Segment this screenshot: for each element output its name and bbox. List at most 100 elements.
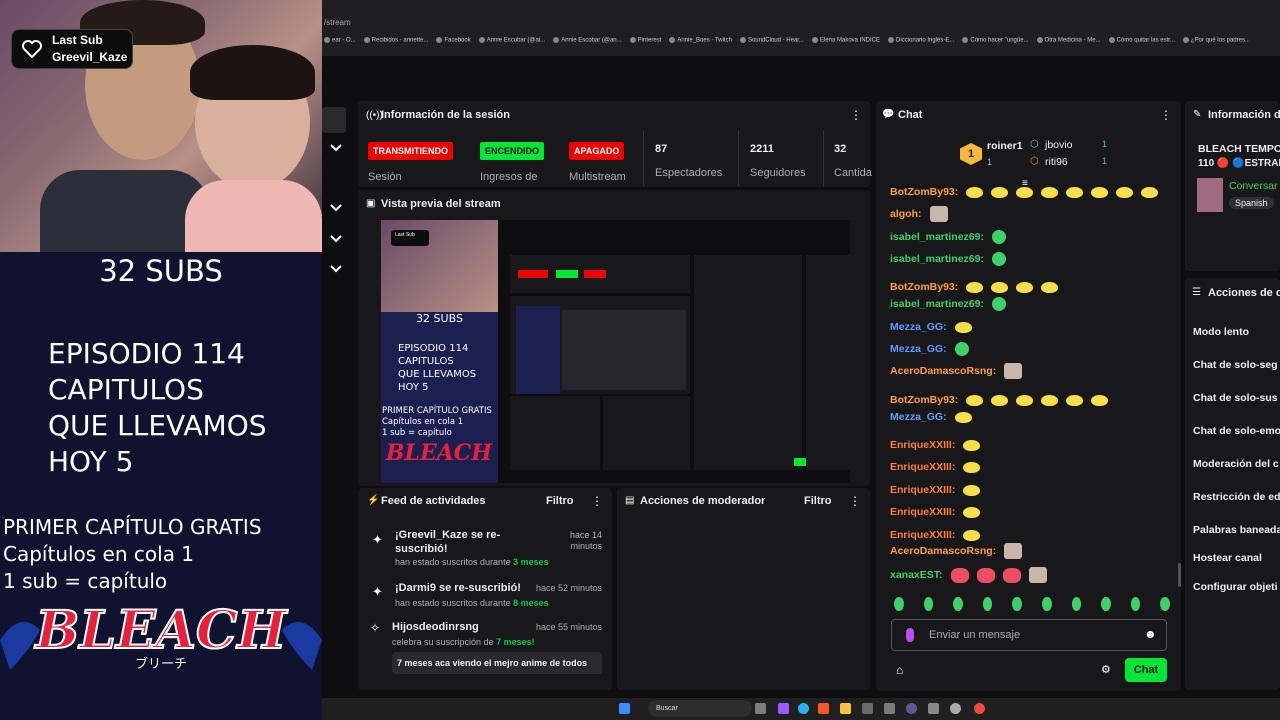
- emote-icon[interactable]: [894, 597, 904, 611]
- chat-username[interactable]: EnriqueXXIII:: [890, 529, 955, 541]
- emote-icon: [1002, 567, 1021, 583]
- badge-caption: Multistream: [569, 171, 626, 183]
- mod-filter-button[interactable]: Filtro: [804, 495, 832, 507]
- chat-username[interactable]: EnriqueXXIII:: [890, 439, 955, 451]
- more-icon[interactable]: ⋮: [591, 494, 603, 508]
- mic-icon[interactable]: [906, 628, 914, 642]
- badge-caption: Sesión: [368, 171, 402, 183]
- action-host-channel[interactable]: Hostear canal: [1193, 552, 1262, 564]
- emote-icon: [991, 252, 1006, 266]
- more-icon[interactable]: ⋮: [849, 494, 861, 508]
- bookmark[interactable]: Otra Medicina - Me...: [1037, 37, 1101, 51]
- emote-icon[interactable]: [1101, 597, 1111, 611]
- brave-icon[interactable]: [818, 703, 829, 714]
- gear-icon[interactable]: ⚙: [1101, 663, 1111, 676]
- chevron-down-icon[interactable]: [330, 265, 342, 277]
- category-link[interactable]: Conversar: [1229, 180, 1277, 192]
- chat-username[interactable]: AceroDamascoRsng:: [890, 545, 996, 557]
- emote-icon[interactable]: [953, 597, 963, 611]
- emote-icon[interactable]: [1071, 597, 1082, 611]
- chat-message: EnriqueXXIII:: [890, 503, 981, 521]
- chat-username[interactable]: BotZomBy93:: [890, 186, 958, 198]
- more-icon[interactable]: ⋮: [850, 108, 862, 122]
- action-slow-mode[interactable]: Modo lento: [1193, 326, 1249, 338]
- feed-filter-button[interactable]: Filtro: [546, 495, 574, 507]
- chat-username[interactable]: xanaxEST:: [890, 569, 943, 581]
- emote-icon[interactable]: [1041, 597, 1052, 611]
- chat-username[interactable]: Mezza_GG:: [890, 411, 947, 423]
- chat-username[interactable]: EnriqueXXIII:: [890, 484, 955, 496]
- bookmark[interactable]: Cómo hacer "ungüe...: [962, 37, 1028, 51]
- chat-input[interactable]: Enviar un mensaje ☻: [891, 619, 1167, 651]
- bookmark[interactable]: ¿Por qué los padres...: [1183, 37, 1250, 51]
- more-icon[interactable]: ⋮: [1160, 108, 1172, 122]
- emote-icon: [1091, 186, 1109, 198]
- windows-icon[interactable]: [619, 703, 630, 714]
- chat-username[interactable]: EnriqueXXIII:: [890, 506, 955, 518]
- edge-icon[interactable]: [798, 703, 809, 714]
- app-icon[interactable]: [974, 703, 985, 714]
- chat-username[interactable]: BotZomBy93:: [890, 394, 958, 406]
- emoji-icon[interactable]: ☻: [1144, 627, 1157, 641]
- leader-score: 1: [1102, 139, 1108, 149]
- action-set-goal[interactable]: Configurar objeti: [1193, 581, 1278, 593]
- bookmark[interactable]: Cómo quitar las estr...: [1109, 37, 1175, 51]
- folder-icon[interactable]: [840, 703, 851, 714]
- chat-username[interactable]: isabel_martinez69:: [890, 253, 984, 265]
- chevron-down-icon[interactable]: [330, 235, 342, 247]
- bookmark[interactable]: ear - O...: [324, 37, 356, 51]
- logo-sub: ブリーチ: [135, 656, 187, 672]
- twitch-icon[interactable]: [778, 703, 789, 714]
- app-icon[interactable]: [906, 703, 917, 714]
- bookmark[interactable]: Annie Escobar (@an...: [553, 37, 621, 51]
- bookmark[interactable]: Diccionario Inglés-E...: [888, 37, 954, 51]
- app-icon[interactable]: [862, 703, 873, 714]
- feed-item-time: hace 52 minutos: [535, 583, 602, 593]
- sidebar-active-item[interactable]: [322, 107, 346, 133]
- bookmark[interactable]: Elena Makova INDICE: [812, 37, 880, 51]
- taskbar-search[interactable]: Buscar: [648, 700, 752, 717]
- chat-username[interactable]: EnriqueXXIII:: [890, 461, 955, 473]
- chat-username[interactable]: Mezza_GG:: [890, 343, 947, 355]
- bookmark[interactable]: Annie Escobar (@ai...: [479, 37, 545, 51]
- bookmark[interactable]: Annie_Boes - Twitch: [669, 37, 732, 51]
- bookmark[interactable]: SoundCloud - Hear...: [740, 37, 804, 51]
- emote-icon: [950, 567, 969, 583]
- emote-icon[interactable]: [923, 597, 934, 611]
- app-icon[interactable]: [950, 703, 961, 714]
- chat-username[interactable]: isabel_martinez69:: [890, 298, 984, 310]
- app-icon[interactable]: [928, 703, 939, 714]
- taskview-icon[interactable]: [755, 703, 766, 714]
- chevron-down-icon[interactable]: [330, 204, 342, 216]
- chat-send-button[interactable]: Chat: [1125, 658, 1167, 682]
- rank-2-icon: ⬡: [1030, 139, 1039, 150]
- action-emote-only[interactable]: Chat de solo-emo: [1193, 425, 1280, 437]
- bookmark[interactable]: Recibidos - annette...: [364, 37, 429, 51]
- emote-icon[interactable]: [1130, 597, 1141, 611]
- actions-title: Acciones de c: [1208, 287, 1280, 299]
- action-banned-words[interactable]: Palabras baneada: [1193, 524, 1280, 536]
- emote-icon[interactable]: [982, 597, 993, 611]
- chevron-down-icon[interactable]: [330, 144, 342, 156]
- gift-icon[interactable]: ⌂: [896, 663, 903, 677]
- url-bar[interactable]: /stream: [322, 18, 1280, 36]
- action-followers-only[interactable]: Chat de solo-seg: [1193, 359, 1278, 371]
- emote-icon[interactable]: [1160, 597, 1170, 611]
- bookmark[interactable]: Pinterest: [630, 37, 662, 51]
- chat-username[interactable]: algoh:: [890, 208, 922, 220]
- chat-username[interactable]: BotZomBy93:: [890, 281, 958, 293]
- leader-score: 1: [1102, 156, 1108, 166]
- chat-scrollbar[interactable]: [1178, 563, 1181, 587]
- emote-icon[interactable]: [1012, 597, 1022, 611]
- action-edit-restriction[interactable]: Restricción de ed: [1193, 491, 1280, 503]
- free-chapter-text: PRIMER CAPÍTULO GRATIS Capítulos en cola…: [3, 514, 262, 595]
- action-chat-moderation[interactable]: Moderación del c: [1193, 458, 1279, 470]
- chat-username[interactable]: Mezza_GG:: [890, 321, 947, 333]
- chat-username[interactable]: AceroDamascoRsng:: [890, 365, 996, 377]
- chat-username[interactable]: isabel_martinez69:: [890, 231, 984, 243]
- app-icon[interactable]: [884, 703, 895, 714]
- action-subs-only[interactable]: Chat de solo-sus: [1193, 392, 1278, 404]
- stream-preview-image[interactable]: Last Sub 32 SUBS EPISODIO 114 CAPITULOS …: [381, 220, 850, 483]
- bookmark[interactable]: Facebook: [436, 37, 470, 51]
- thumb-badge: [556, 270, 578, 278]
